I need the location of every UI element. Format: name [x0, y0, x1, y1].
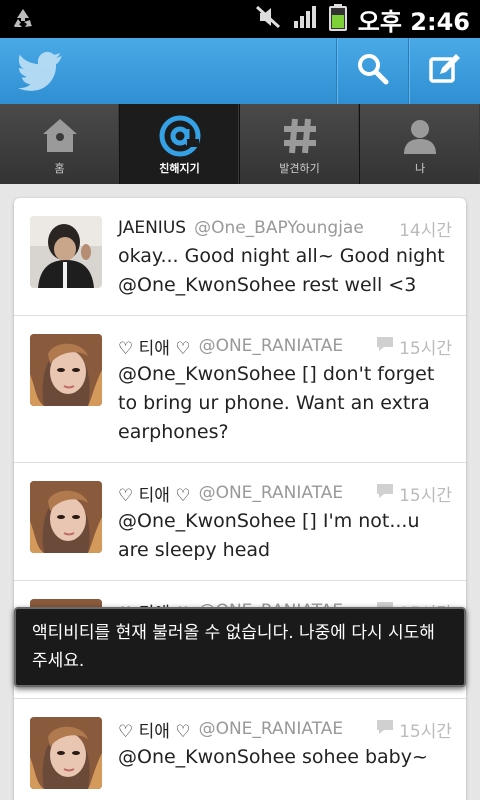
tweet-time: 14시간	[399, 216, 452, 241]
avatar[interactable]	[30, 717, 102, 789]
tweet-time: 15시간	[375, 717, 452, 742]
tweet-author-handle[interactable]: @ONE_RANIATAE	[199, 719, 344, 739]
tweet-time-label: 15시간	[399, 339, 452, 359]
avatar[interactable]	[30, 334, 102, 406]
tweet-time: 15시간	[375, 334, 452, 359]
avatar[interactable]	[30, 216, 102, 288]
compose-icon	[428, 52, 462, 90]
twitter-bird-icon[interactable]	[18, 50, 66, 96]
tweet-time-label: 15시간	[399, 722, 452, 742]
action-bar	[0, 38, 480, 104]
tweet-row[interactable]: ♡ 티애 ♡ @ONE_RANIATAE 15시간 @One_KwonSohee…	[14, 316, 466, 463]
timeline-list[interactable]: JAENIUS @One_BAPYoungjae 14시간 okay... Go…	[14, 198, 466, 800]
tweet-time: 15시간	[375, 481, 452, 506]
tweet-author-name[interactable]: JAENIUS	[118, 218, 186, 238]
tweet-time-label: 15시간	[399, 486, 452, 506]
tweet-row[interactable]: JAENIUS @One_BAPYoungjae 14시간 okay... Go…	[14, 198, 466, 316]
status-time: 오후 2:46	[357, 7, 470, 36]
tweet-author-handle[interactable]: @ONE_RANIATAE	[199, 336, 344, 356]
tweet-author-handle[interactable]: @One_BAPYoungjae	[194, 218, 364, 238]
search-button[interactable]	[336, 38, 408, 104]
tweet-author-name[interactable]: ♡ 티애 ♡	[118, 717, 191, 742]
tab-label: 친해지기	[159, 162, 200, 175]
reply-bubble-icon	[375, 482, 395, 505]
battery-icon	[328, 3, 348, 35]
tab-discover[interactable]: 발견하기	[240, 104, 360, 184]
tweet-text: okay... Good night all~ Good night @One_…	[118, 245, 445, 296]
tweet-header: JAENIUS @One_BAPYoungjae 14시간	[118, 216, 452, 241]
tweet-header: ♡ 티애 ♡ @ONE_RANIATAE 15시간	[118, 717, 452, 742]
tab-label: 홈	[54, 162, 65, 175]
tweet-author-name[interactable]: ♡ 티애 ♡	[118, 334, 191, 359]
tweet-header: ♡ 티애 ♡ @ONE_RANIATAE 15시간	[118, 334, 452, 359]
tweet-text: @One_KwonSohee [] don't forget to bring …	[118, 363, 435, 443]
hash-icon	[280, 114, 320, 158]
status-bar: 오후 2:46	[0, 0, 480, 38]
tweet-time-label: 14시간	[399, 221, 452, 241]
home-icon	[40, 114, 80, 158]
avatar[interactable]	[30, 481, 102, 553]
tweet-header: ♡ 티애 ♡ @ONE_RANIATAE 15시간	[118, 481, 452, 506]
tab-label: 발견하기	[279, 162, 320, 175]
at-icon	[158, 114, 202, 158]
signal-icon	[292, 4, 318, 34]
tweet-author-handle[interactable]: @ONE_RANIATAE	[199, 483, 344, 503]
tab-bar: 홈 친해지기 발견하기 나	[0, 104, 480, 184]
toast-message: 액티비티를 현재 불러올 수 없습니다. 나중에 다시 시도해주세요.	[14, 607, 466, 687]
reply-bubble-icon	[375, 335, 395, 358]
compose-button[interactable]	[408, 38, 480, 104]
reply-bubble-icon	[375, 718, 395, 741]
tab-home[interactable]: 홈	[0, 104, 120, 184]
tweet-text: @One_KwonSohee sohee baby~	[118, 746, 428, 768]
tweet-row[interactable]: ♡ 티애 ♡ @ONE_RANIATAE 15시간 @One_KwonSohee…	[14, 463, 466, 581]
tab-label: 나	[414, 162, 426, 175]
person-icon	[400, 114, 440, 158]
tweet-row[interactable]: ♡ 티애 ♡ @ONE_RANIATAE 15시간 @One_KwonSohee…	[14, 699, 466, 800]
tab-connect[interactable]: 친해지기	[120, 104, 240, 184]
mute-icon	[254, 4, 282, 34]
tab-me[interactable]: 나	[360, 104, 480, 184]
recycle-icon	[10, 6, 36, 36]
tweet-author-name[interactable]: ♡ 티애 ♡	[118, 481, 191, 506]
search-icon	[356, 52, 390, 90]
tweet-text: @One_KwonSohee [] I'm not...u are sleepy…	[118, 510, 420, 561]
